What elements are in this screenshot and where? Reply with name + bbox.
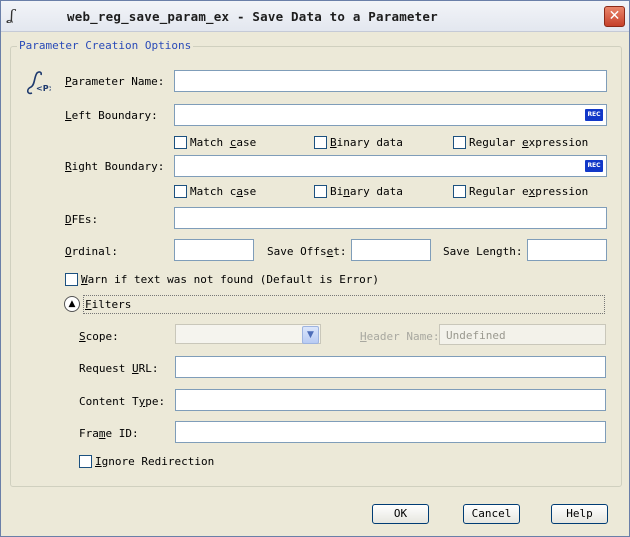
parameter-icon-text: <P> (36, 84, 51, 93)
parameter-name-label: Parameter Name: (65, 75, 165, 88)
ignore-redirection-checkbox[interactable] (79, 455, 92, 468)
chevron-up-icon: ▲ (68, 299, 76, 309)
frame-id-label: Frame ID: (79, 427, 139, 440)
right-regex-checkbox[interactable] (453, 185, 466, 198)
header-name-input[interactable]: Undefined (439, 324, 606, 345)
filters-label: Filters (85, 298, 132, 311)
left-boundary-label: Left Boundary: (65, 109, 158, 122)
left-regex-label: Regular expression (469, 136, 589, 149)
group-legend: Parameter Creation Options (17, 39, 194, 52)
filters-collapse-button[interactable]: ▲ (64, 296, 80, 312)
parameter-name-input[interactable] (174, 70, 607, 92)
left-match-case-label: Match case (190, 136, 257, 149)
left-match-case-checkbox[interactable] (174, 136, 187, 149)
header-name-label: Header Name: (360, 330, 440, 343)
app-logo-icon: ʆ (9, 6, 14, 24)
save-length-label: Save Length: (443, 245, 523, 258)
save-offset-label: Save Offset: (267, 245, 347, 258)
close-icon: ✕ (608, 8, 621, 24)
content-type-input[interactable] (175, 389, 606, 411)
warn-not-found-checkbox[interactable] (65, 273, 78, 286)
right-boundary-input[interactable]: REC (174, 155, 607, 177)
ignore-redirection-label: Ignore Redirection (95, 455, 215, 468)
left-boundary-input[interactable]: REC (174, 104, 607, 126)
right-boundary-label: Right Boundary: (65, 160, 165, 173)
help-button[interactable]: Help (551, 504, 608, 524)
right-binary-data-label: Binary data (330, 185, 403, 198)
close-button[interactable]: ✕ (604, 6, 625, 27)
right-match-case-checkbox[interactable] (174, 185, 187, 198)
scope-dropdown[interactable]: ▼ (175, 324, 321, 344)
dfes-label: DFEs: (65, 213, 99, 226)
ok-button[interactable]: OK (372, 504, 429, 524)
request-url-label: Request URL: (79, 362, 159, 375)
window-title: web_reg_save_param_ex - Save Data to a P… (67, 9, 438, 24)
left-binary-data-label: Binary data (330, 136, 403, 149)
left-binary-data-checkbox[interactable] (314, 136, 327, 149)
scope-label: Scope: (79, 330, 119, 343)
dfes-input[interactable] (174, 207, 607, 229)
filters-header[interactable] (83, 295, 605, 314)
frame-id-input[interactable] (175, 421, 606, 443)
title-bar[interactable]: ʆ web_reg_save_param_ex - Save Data to a… (1, 1, 629, 32)
save-offset-input[interactable] (351, 239, 431, 261)
save-length-input[interactable] (527, 239, 607, 261)
warn-not-found-label: Warn if text was not found (Default is E… (81, 273, 380, 286)
request-url-input[interactable] (175, 356, 606, 378)
left-regex-checkbox[interactable] (453, 136, 466, 149)
cancel-button[interactable]: Cancel (463, 504, 520, 524)
right-regex-label: Regular expression (469, 185, 589, 198)
dialog-window: ʆ web_reg_save_param_ex - Save Data to a… (0, 0, 630, 537)
right-binary-data-checkbox[interactable] (314, 185, 327, 198)
content-type-label: Content Type: (79, 395, 166, 408)
ordinal-input[interactable] (174, 239, 254, 261)
ordinal-label: Ordinal: (65, 245, 118, 258)
parameter-icon: <P> (26, 71, 51, 95)
chevron-down-icon[interactable]: ▼ (302, 326, 319, 344)
rec-icon[interactable]: REC (585, 160, 603, 172)
rec-icon[interactable]: REC (585, 109, 603, 121)
right-match-case-label: Match case (190, 185, 257, 198)
